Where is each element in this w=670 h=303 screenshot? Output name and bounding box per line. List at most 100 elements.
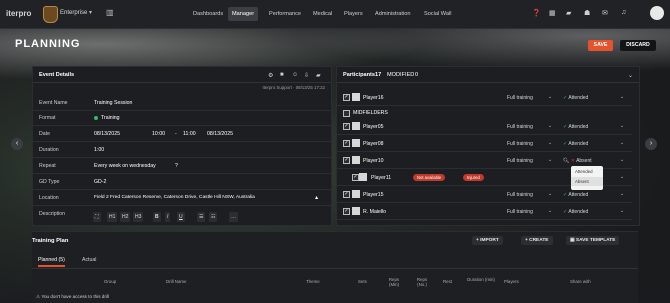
- save-template-button[interactable]: ▣ SAVE TEMPLATE: [566, 236, 620, 245]
- map-icon[interactable]: ▲: [314, 195, 319, 201]
- modified-label: MODIFIED: [387, 72, 415, 78]
- status-select[interactable]: ✓ Attended: [563, 95, 588, 101]
- status-option-attended[interactable]: Attended: [571, 166, 603, 177]
- help-icon[interactable]: ❓: [532, 9, 541, 17]
- chevron-down-icon[interactable]: ⌄: [548, 123, 552, 129]
- event-name-input[interactable]: Training Session: [94, 100, 132, 106]
- chevron-down-icon[interactable]: ⌄: [620, 191, 624, 197]
- checkbox[interactable]: ✓: [343, 191, 350, 198]
- more-button[interactable]: …: [229, 212, 238, 222]
- create-button[interactable]: + CREATE: [521, 236, 553, 245]
- chevron-down-icon[interactable]: ⌄: [548, 94, 552, 100]
- save-template-label: SAVE TEMPLATE: [575, 238, 616, 243]
- field-gd-type: GD Type GD-2: [33, 175, 331, 190]
- chevron-down-icon[interactable]: ⌄: [620, 123, 624, 129]
- nav-dashboards[interactable]: Dashboards: [189, 7, 227, 21]
- nav-manager[interactable]: Manager: [228, 7, 259, 21]
- checkbox[interactable]: ✓: [343, 94, 350, 101]
- status-select[interactable]: ✓ Attended: [563, 141, 588, 147]
- checkbox[interactable]: ✓: [352, 174, 359, 181]
- location-label: Location: [39, 195, 59, 201]
- col-drill-name: Drill Name: [166, 279, 187, 284]
- status-select[interactable]: ✓ Attended: [563, 124, 588, 130]
- gd-type-select[interactable]: GD-2: [94, 179, 106, 185]
- next-arrow-button[interactable]: ›: [645, 138, 657, 150]
- participant-row[interactable]: ✓ Player08 Full training ⌄ ✓ Attended ⌄: [337, 136, 632, 152]
- chevron-down-icon[interactable]: ⌄: [620, 208, 624, 214]
- checkbox[interactable]: ✓: [343, 140, 350, 147]
- chevron-down-icon[interactable]: ⌄: [620, 94, 624, 100]
- download-icon[interactable]: ⇩: [304, 72, 309, 79]
- nav-medical[interactable]: Medical: [309, 7, 336, 21]
- modified-count: 0: [415, 72, 419, 78]
- fullscreen-icon[interactable]: ⛶: [93, 212, 101, 222]
- chevron-down-icon[interactable]: ⌄: [548, 157, 552, 163]
- folder-icon[interactable]: ▰: [566, 9, 571, 17]
- checkbox[interactable]: [343, 110, 350, 117]
- bold-button[interactable]: B: [153, 212, 161, 222]
- training-select[interactable]: Full training: [507, 209, 533, 215]
- h1-button[interactable]: H1: [107, 212, 118, 222]
- participant-row[interactable]: ✓ Player05 Full training ⌄ ✓ Attended ⌄: [337, 119, 632, 135]
- team-icon[interactable]: ☗: [584, 9, 590, 17]
- location-input[interactable]: Field 2 Fred Caterson Reserve, Caterson …: [94, 195, 255, 200]
- dumbbell-icon[interactable]: ⚙: [268, 72, 273, 79]
- tab-planned[interactable]: Planned (5): [38, 257, 65, 267]
- bell-icon[interactable]: ♫: [621, 9, 626, 16]
- chevron-down-icon[interactable]: ⌄: [620, 157, 624, 163]
- chat-icon[interactable]: ✉: [602, 9, 608, 17]
- checkbox[interactable]: ✓: [343, 157, 350, 164]
- status-option-absent[interactable]: Absent: [571, 177, 603, 186]
- start-time-input[interactable]: 10:00: [152, 131, 165, 137]
- folder-icon[interactable]: ▰: [316, 72, 321, 79]
- training-select[interactable]: Full training: [507, 141, 533, 147]
- prev-arrow-button[interactable]: ‹: [11, 138, 23, 150]
- training-select[interactable]: Full training: [507, 192, 533, 198]
- chevron-down-icon[interactable]: ⌄: [548, 208, 552, 214]
- bullet-list-button[interactable]: ☰: [197, 212, 206, 222]
- status-select[interactable]: 🔍︎ ✕ Absent: [563, 158, 592, 164]
- start-date-input[interactable]: 08/13/2025: [94, 131, 120, 137]
- h3-button[interactable]: H3: [133, 212, 144, 222]
- video-icon[interactable]: ■: [280, 72, 284, 78]
- training-select[interactable]: Full training: [507, 124, 533, 130]
- nav-players[interactable]: Players: [340, 7, 367, 21]
- underline-button[interactable]: U: [177, 212, 185, 222]
- tab-actual[interactable]: Actual: [82, 257, 96, 263]
- org-selector[interactable]: Enterprise: [60, 10, 87, 16]
- brand-logo[interactable]: iterpro: [6, 9, 31, 18]
- format-select[interactable]: Training: [94, 115, 120, 121]
- status-select[interactable]: ✓ Attended: [563, 209, 588, 215]
- help-icon[interactable]: ?: [175, 163, 178, 169]
- checkbox[interactable]: ✓: [343, 208, 350, 215]
- h2-button[interactable]: H2: [120, 212, 131, 222]
- participant-row[interactable]: ✓ R. Maiello Full training ⌄ ✓ Attended …: [337, 204, 632, 220]
- nav-social-wall[interactable]: Social Wall: [420, 7, 455, 21]
- end-time-input[interactable]: 11:00: [183, 131, 196, 137]
- italic-button[interactable]: I: [165, 212, 171, 222]
- nav-administration[interactable]: Administration: [371, 7, 414, 21]
- import-button[interactable]: + IMPORT: [472, 236, 503, 245]
- training-select[interactable]: Full training: [507, 158, 533, 164]
- end-date-input[interactable]: 08/13/2025: [207, 131, 233, 137]
- checkbox[interactable]: ✓: [343, 123, 350, 130]
- numbered-list-button[interactable]: ☷: [209, 212, 218, 222]
- participant-row[interactable]: ✓ Player16 Full training ⌄ ✓ Attended ⌄: [337, 90, 632, 106]
- save-button[interactable]: SAVE: [588, 40, 613, 51]
- repeat-select[interactable]: Every week on wednesday: [94, 163, 156, 169]
- chevron-down-icon[interactable]: ⌄: [620, 174, 624, 180]
- duration-input[interactable]: 1:00: [94, 147, 104, 153]
- person-icon[interactable]: ☺: [292, 72, 298, 78]
- nav-performance[interactable]: Performance: [265, 7, 305, 21]
- calendar-icon[interactable]: ▦: [549, 9, 556, 17]
- user-avatar[interactable]: [650, 6, 664, 20]
- chevron-down-icon[interactable]: ⌄: [620, 140, 624, 146]
- chevron-down-icon[interactable]: ⌄: [548, 191, 552, 197]
- status-select[interactable]: ✓ Attended: [563, 192, 588, 198]
- chevron-down-icon[interactable]: ▾: [89, 9, 92, 16]
- chevron-down-icon[interactable]: ⌄: [548, 140, 552, 146]
- chevron-down-icon[interactable]: ⌄: [628, 72, 633, 79]
- building-icon[interactable]: ▥: [106, 8, 114, 17]
- training-select[interactable]: Full training: [507, 95, 533, 101]
- discard-button[interactable]: DISCARD: [620, 40, 656, 51]
